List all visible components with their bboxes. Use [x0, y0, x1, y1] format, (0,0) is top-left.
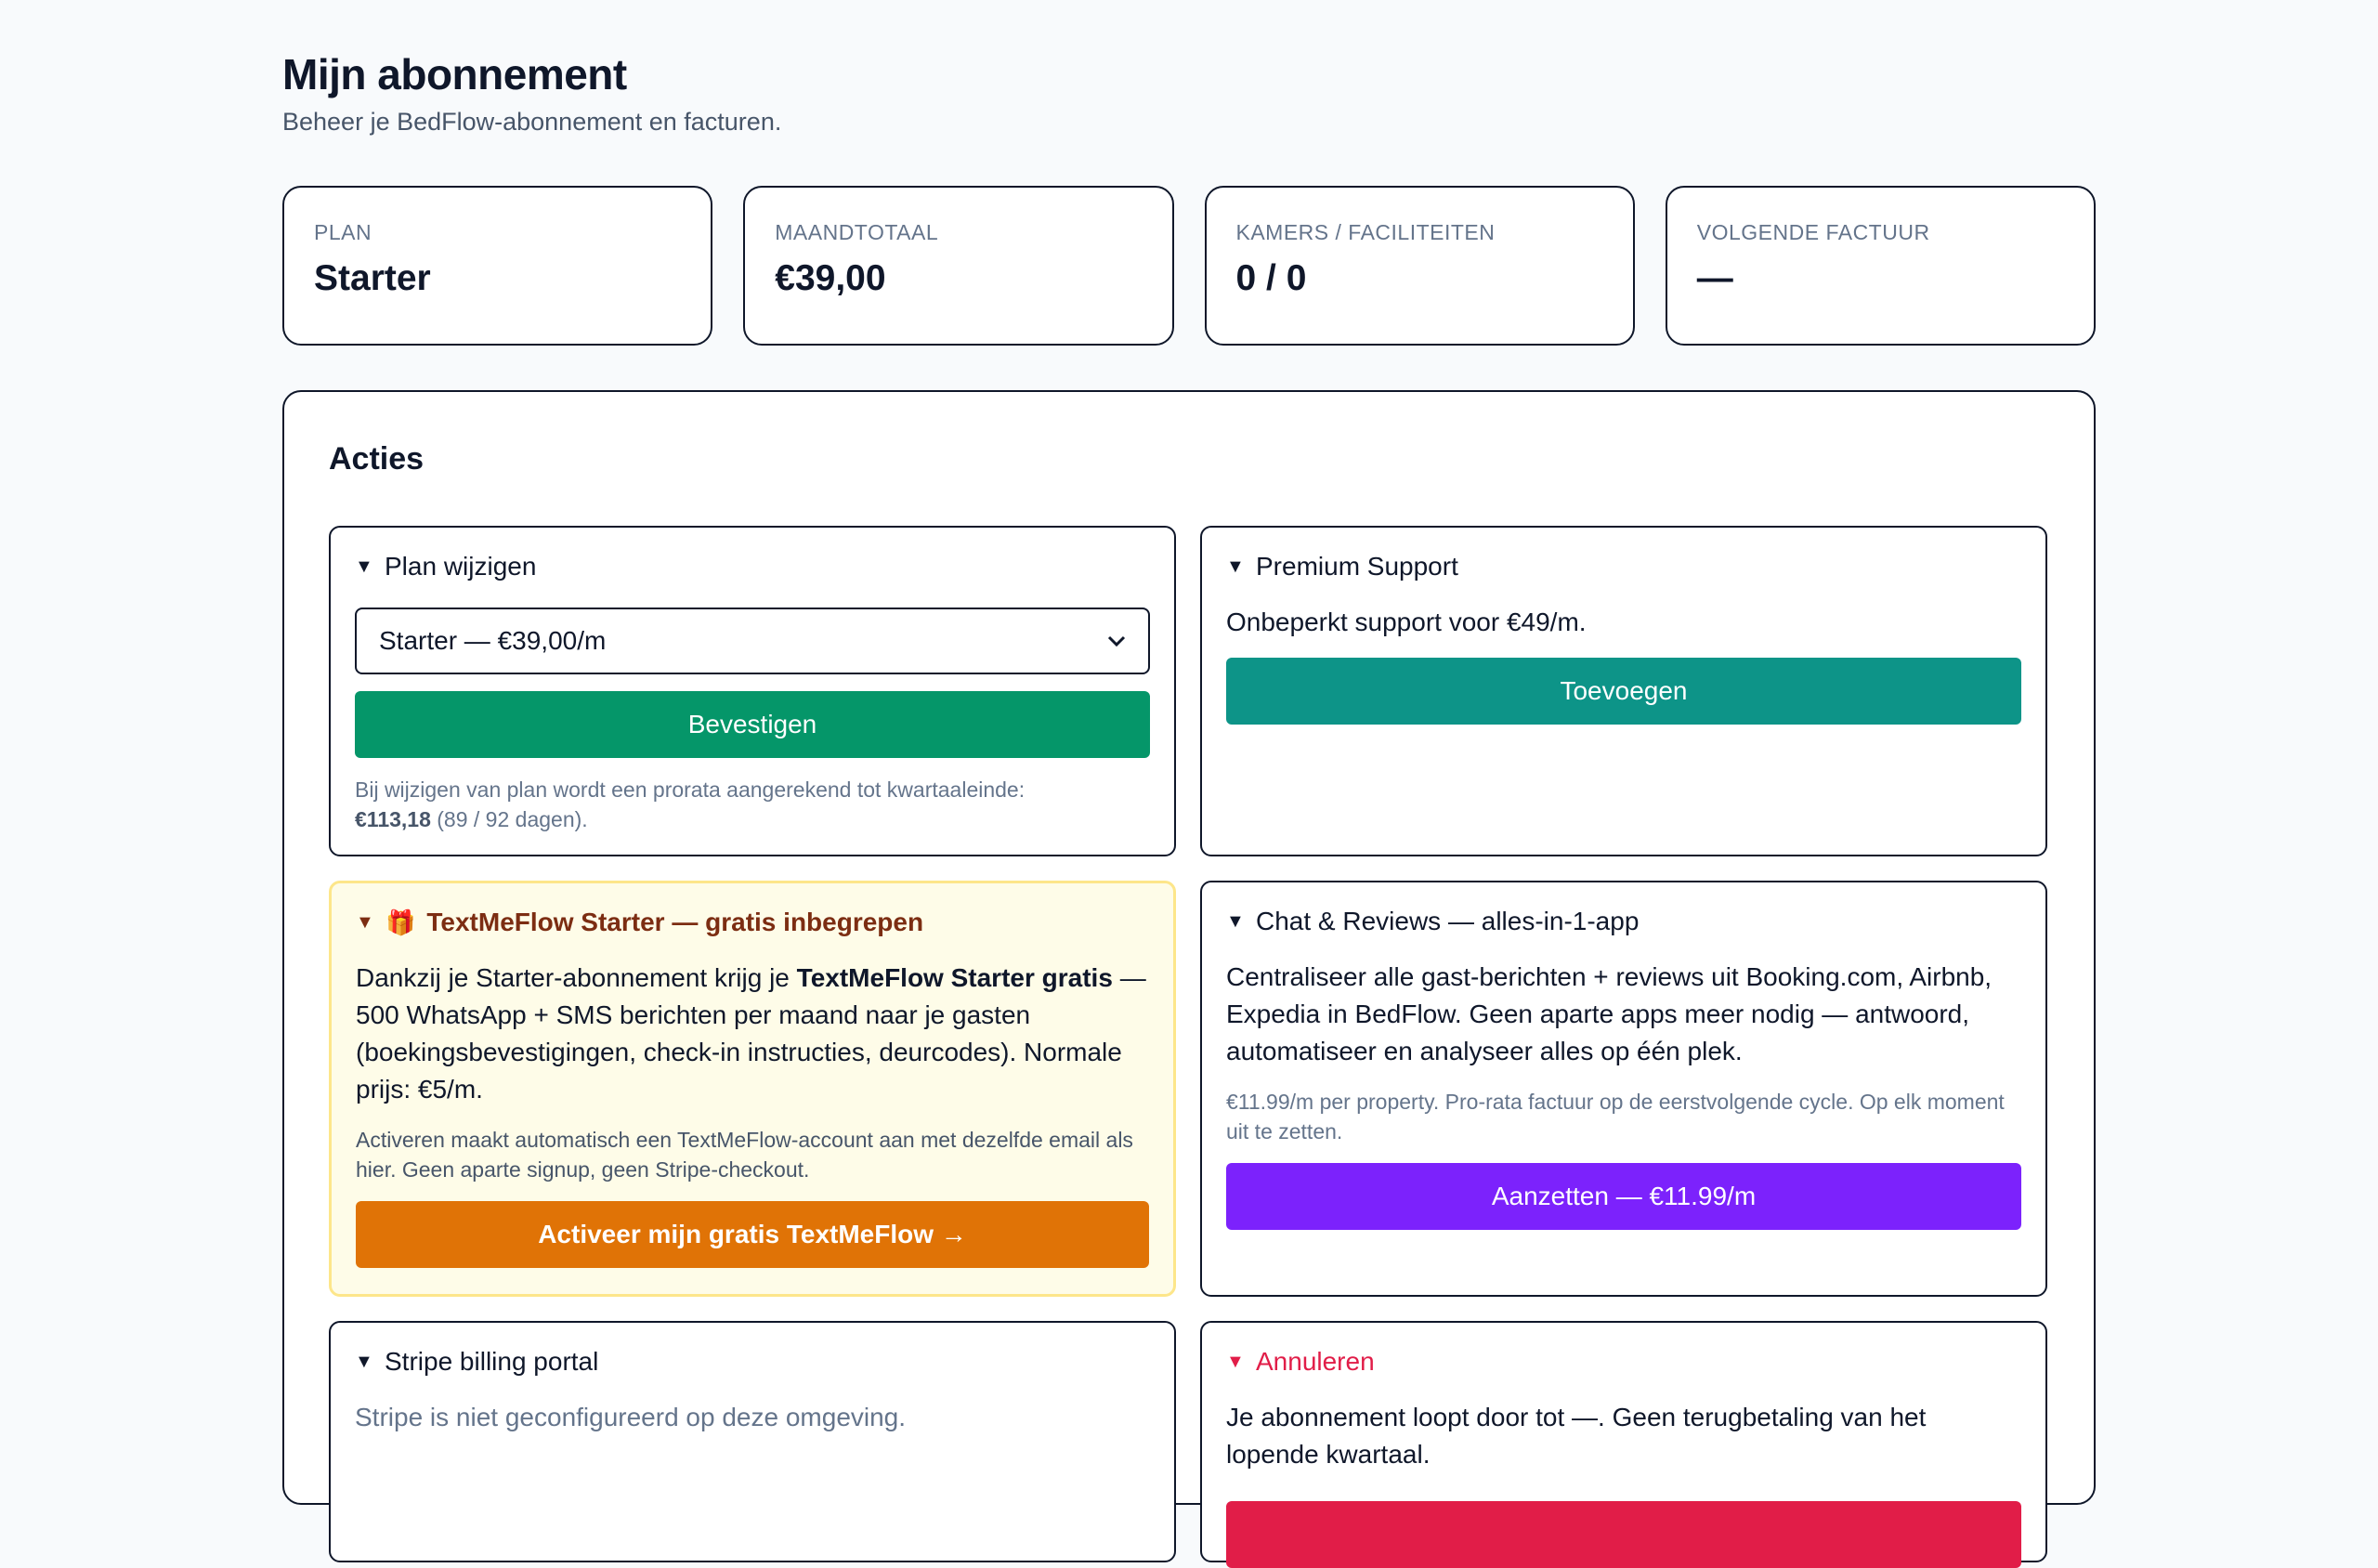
stat-value: €39,00	[775, 258, 886, 298]
textmeflow-text: Dankzij je Starter-abonnement krijg je T…	[356, 960, 1149, 1108]
stripe-portal-title: Stripe billing portal	[385, 1347, 599, 1376]
caret-down-icon: ▼	[1226, 911, 1245, 932]
chat-reviews-panel: ▼ Chat & Reviews — alles-in-1-app Centra…	[1200, 881, 2047, 1297]
stat-label: VOLGENDE FACTUUR	[1696, 220, 1930, 244]
page-subtitle: Beheer je BedFlow-abonnement en facturen…	[282, 108, 782, 136]
premium-support-summary[interactable]: ▼ Premium Support	[1226, 550, 2021, 583]
stats-row: PLAN Starter MAANDTOTAAL €39,00 KAMERS /…	[282, 186, 2096, 346]
stat-label: PLAN	[314, 220, 372, 244]
cancel-text: Je abonnement loopt door tot —. Geen ter…	[1226, 1403, 1927, 1469]
prorata-amount: €113,18	[355, 807, 431, 831]
add-premium-support-button[interactable]: Toevoegen	[1226, 658, 2021, 725]
textmeflow-text-prefix: Dankzij je Starter-abonnement krijg je	[356, 963, 790, 992]
confirm-plan-button[interactable]: Bevestigen	[355, 691, 1150, 758]
plan-select[interactable]: Starter — €39,00/m	[355, 608, 1150, 674]
caret-down-icon: ▼	[1226, 556, 1245, 577]
cancel-subscription-button[interactable]	[1226, 1501, 2021, 1568]
cancel-panel: ▼ Annuleren Je abonnement loopt door tot…	[1200, 1321, 2047, 1568]
plan-select-value: Starter — €39,00/m	[379, 626, 607, 655]
premium-support-title: Premium Support	[1256, 552, 1458, 581]
prorata-note: Bij wijzigen van plan wordt een prorata …	[355, 775, 1150, 834]
actions-card: Acties ▼ Plan wijzigen Starter — €39,00/…	[282, 390, 2096, 1568]
stripe-portal-summary[interactable]: ▼ Stripe billing portal	[355, 1345, 1150, 1379]
stat-label: MAANDTOTAAL	[775, 220, 939, 244]
caret-down-icon: ▼	[355, 556, 373, 577]
stripe-portal-text: Stripe is niet geconfigureerd op deze om…	[355, 1403, 907, 1431]
stat-monthly-total: MAANDTOTAAL €39,00	[743, 186, 1174, 346]
chat-reviews-text: Centraliseer alle gast-berichten + revie…	[1226, 962, 1993, 1065]
plan-change-summary[interactable]: ▼ Plan wijzigen	[355, 550, 1150, 583]
prorata-note-suffix: (89 / 92 dagen).	[437, 807, 588, 831]
caret-down-icon: ▼	[1226, 1352, 1245, 1372]
textmeflow-text-bold: TextMeFlow Starter gratis	[796, 963, 1113, 992]
gift-icon: 🎁	[385, 908, 416, 936]
page-title: Mijn abonnement	[282, 50, 627, 98]
subscription-page: Mijn abonnement Beheer je BedFlow-abonne…	[282, 48, 2096, 1568]
premium-support-panel: ▼ Premium Support Onbeperkt support voor…	[1200, 526, 2047, 856]
textmeflow-summary[interactable]: ▼ 🎁 TextMeFlow Starter — gratis inbegrep…	[356, 906, 1149, 939]
plan-change-panel: ▼ Plan wijzigen Starter — €39,00/m Beves…	[329, 526, 1176, 856]
chat-reviews-note: €11.99/m per property. Pro-rata factuur …	[1226, 1090, 2005, 1143]
stat-next-invoice: VOLGENDE FACTUUR —	[1665, 186, 2096, 346]
textmeflow-panel: ▼ 🎁 TextMeFlow Starter — gratis inbegrep…	[329, 881, 1176, 1297]
actions-title: Acties	[329, 441, 425, 477]
caret-down-icon: ▼	[356, 912, 374, 933]
caret-down-icon: ▼	[355, 1352, 373, 1372]
prorata-note-prefix: Bij wijzigen van plan wordt een prorata …	[355, 777, 1026, 802]
stat-rooms: KAMERS / FACILITEITEN 0 / 0	[1204, 186, 1635, 346]
activate-textmeflow-button[interactable]: Activeer mijn gratis TextMeFlow →	[356, 1201, 1149, 1268]
textmeflow-title: TextMeFlow Starter — gratis inbegrepen	[426, 908, 924, 936]
stat-value: Starter	[314, 258, 431, 298]
enable-chat-reviews-button[interactable]: Aanzetten — €11.99/m	[1226, 1163, 2021, 1230]
premium-support-text: Onbeperkt support voor €49/m.	[1226, 608, 1587, 636]
cancel-summary[interactable]: ▼ Annuleren	[1226, 1345, 2021, 1379]
chevron-down-icon	[1107, 629, 1126, 653]
stat-value: 0 / 0	[1235, 258, 1307, 298]
textmeflow-note: Activeren maakt automatisch een TextMeFl…	[356, 1128, 1133, 1182]
chat-reviews-title: Chat & Reviews — alles-in-1-app	[1256, 907, 1640, 935]
chat-reviews-summary[interactable]: ▼ Chat & Reviews — alles-in-1-app	[1226, 905, 2021, 938]
plan-change-title: Plan wijzigen	[385, 552, 537, 581]
stripe-portal-panel: ▼ Stripe billing portal Stripe is niet g…	[329, 1321, 1176, 1562]
stat-label: KAMERS / FACILITEITEN	[1235, 220, 1496, 244]
cancel-title: Annuleren	[1256, 1347, 1375, 1376]
actions-grid: ▼ Plan wijzigen Starter — €39,00/m Beves…	[329, 526, 2049, 1568]
stat-value: —	[1696, 258, 1733, 298]
stat-plan: PLAN Starter	[282, 186, 713, 346]
